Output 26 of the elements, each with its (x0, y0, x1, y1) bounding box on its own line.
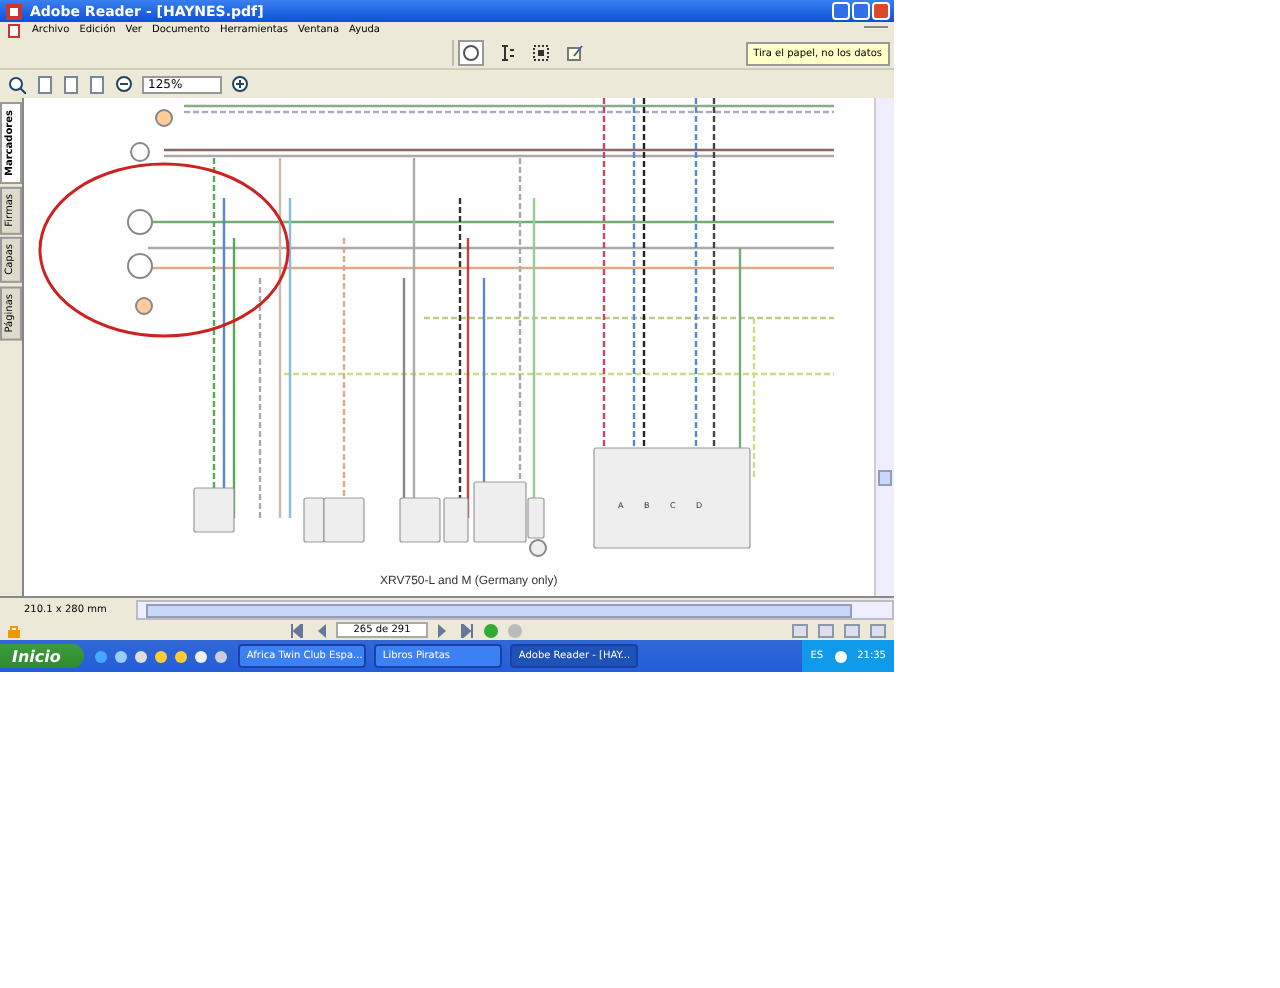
horizontal-scrollbar[interactable] (136, 599, 894, 619)
zoom-in-icon[interactable] (6, 73, 28, 95)
continuous-facing-icon[interactable] (868, 621, 889, 639)
app-icon[interactable] (4, 1, 24, 21)
single-page-layout-icon[interactable] (790, 621, 811, 639)
lock-icon[interactable] (6, 621, 22, 639)
zoom-out-icon[interactable] (114, 74, 134, 94)
pencil-note-icon[interactable] (563, 42, 586, 64)
single-page-icon[interactable] (36, 73, 54, 95)
snapshot-icon[interactable] (529, 42, 552, 64)
minimize-button[interactable] (832, 2, 850, 20)
fit-width-icon[interactable] (62, 73, 80, 95)
start-button[interactable]: Inicio (0, 644, 85, 668)
vertical-scrollbar[interactable] (874, 98, 894, 596)
maximize-button[interactable] (852, 2, 870, 20)
first-page-icon[interactable] (287, 621, 306, 639)
scroll-thumb[interactable] (878, 470, 892, 486)
network-icon[interactable] (831, 647, 850, 665)
scroll-thumb[interactable] (146, 603, 852, 617)
continuous-layout-icon[interactable] (816, 621, 837, 639)
facing-layout-icon[interactable] (842, 621, 863, 639)
page-icon[interactable] (88, 73, 106, 95)
zoom-in-plus-icon[interactable] (230, 74, 250, 94)
last-page-icon[interactable] (458, 621, 477, 639)
document-icon[interactable] (6, 21, 22, 39)
close-button[interactable] (872, 2, 890, 20)
